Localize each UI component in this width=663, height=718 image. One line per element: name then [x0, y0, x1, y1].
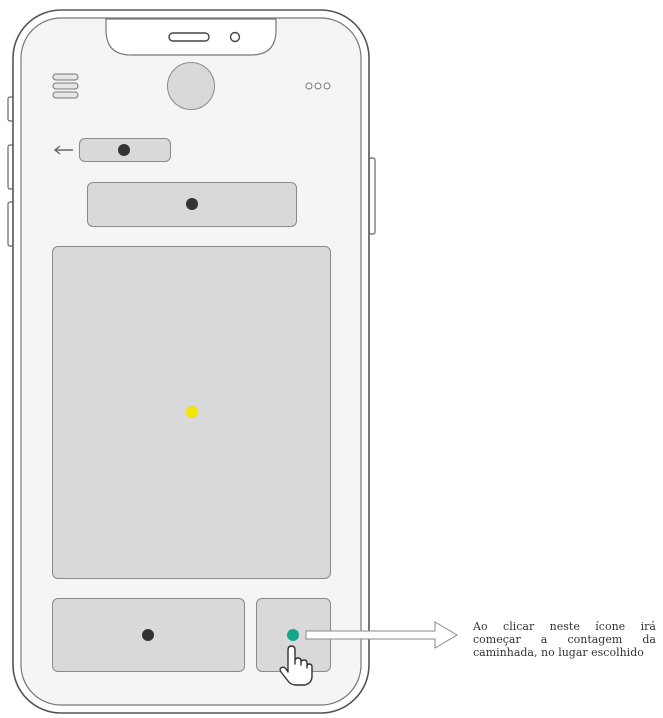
action-dot[interactable]	[287, 629, 299, 641]
more-options-icon[interactable]	[304, 81, 334, 91]
hamburger-icon[interactable]	[52, 73, 80, 101]
marker-dot	[118, 144, 130, 156]
camera-icon	[229, 31, 241, 43]
annotation-text: Ao clicar neste ícone irá começar a cont…	[473, 620, 656, 659]
callout-arrow	[305, 621, 458, 649]
speaker-icon	[168, 32, 210, 42]
avatar[interactable]	[167, 62, 215, 110]
back-arrow-icon[interactable]	[52, 143, 76, 157]
marker-dot	[142, 629, 154, 641]
marker-dot	[186, 198, 198, 210]
accent-dot	[186, 406, 198, 418]
